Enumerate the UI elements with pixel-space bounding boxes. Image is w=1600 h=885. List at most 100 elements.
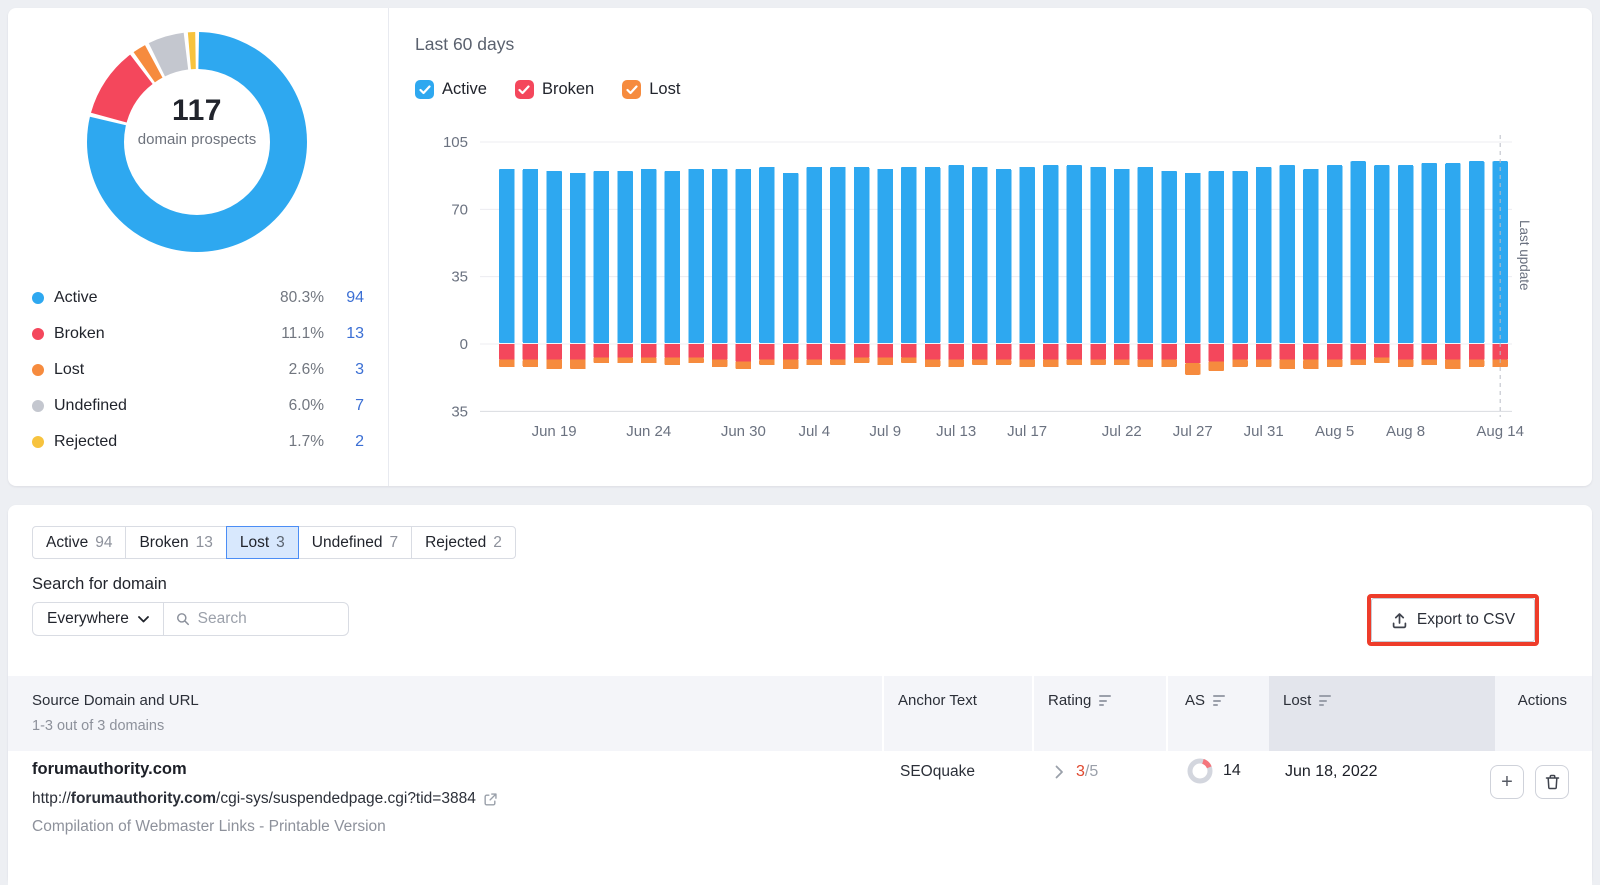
legend-row-lost: Lost 2.6% 3 [32,352,364,388]
column-header-as[interactable]: AS [1185,692,1226,709]
legend-row-undefined: Undefined 6.0% 7 [32,388,364,424]
bar-lost-segment [1232,359,1248,368]
sort-icon[interactable] [1213,695,1226,706]
bar-active-segment [1303,168,1319,343]
source-url: http://forumauthority.com/cgi-sys/suspen… [32,790,498,808]
bar-broken-segment [1303,344,1319,360]
bar-active-segment [1279,165,1296,343]
chevron-down-icon [137,615,149,622]
bar-active-segment [1374,165,1390,343]
column-header-actions: Actions [1517,692,1567,709]
filter-checkbox-lost[interactable]: Lost [622,80,680,99]
tab-active[interactable]: Active 94 [32,526,127,559]
bar-active-segment [711,168,728,343]
bar-broken-segment [1161,344,1177,360]
search-icon [176,613,189,626]
bar-lost-segment [1184,363,1201,375]
search-scope-value: Everywhere [47,610,129,627]
sort-icon[interactable] [1319,695,1332,706]
legend-label: Active [54,289,98,306]
bar-broken-segment [1137,344,1154,360]
chevron-right-icon[interactable] [1055,765,1064,779]
tab-rejected[interactable]: Rejected 2 [411,526,516,559]
bar-lost-segment [901,357,917,364]
column-divider [1166,676,1168,751]
external-link-icon[interactable] [483,792,498,807]
legend-percentage: 6.0% [288,397,324,414]
bar-broken-segment [640,344,657,358]
authority-score-cell: 14 [1186,757,1241,785]
bar-active-segment [1326,165,1343,343]
bar-lost-segment [735,361,752,370]
tab-undefined[interactable]: Undefined 7 [297,526,413,559]
legend-count-link[interactable]: 94 [324,289,364,307]
backlinks-bar-chart: 105 70 35 0 35 Jun 19 Jun 24 Jun 30 Jul 4 Jul 9 Ju… [443,134,1532,440]
legend-count-link[interactable]: 2 [324,433,364,451]
bar-broken-segment [948,344,964,360]
legend-count-link[interactable]: 3 [324,361,364,379]
checkbox-checked-icon[interactable] [622,80,642,99]
row-actions-cell: + [1490,765,1569,799]
trash-icon [1545,774,1559,790]
bar-lost-segment [924,359,941,368]
checkbox-checked-icon[interactable] [514,80,534,99]
bar-lost-segment [546,359,562,370]
bar-lost-segment [1114,359,1130,366]
tab-broken[interactable]: Broken 13 [125,526,227,559]
bar-active-segment [1043,165,1059,343]
column-header-lost[interactable]: Lost [1283,692,1332,709]
bar-lost-segment [640,357,657,364]
tab-label: Undefined [311,533,383,551]
add-button[interactable]: + [1490,765,1524,799]
donut-center-text: 117 domain prospects [127,94,267,150]
x-axis-tick-label: Jul 22 [1102,423,1142,440]
filter-checkbox-broken[interactable]: Broken [514,80,594,99]
bar-broken-segment [1043,344,1059,360]
x-axis-tick-label: Aug 5 [1315,423,1354,440]
bar-broken-segment [735,344,752,362]
bar-lost-segment [1043,359,1059,368]
delete-button[interactable] [1535,765,1569,799]
bar-broken-segment [1255,344,1272,360]
y-axis-tick-label: 35 [451,269,468,286]
bar-broken-segment [688,344,704,358]
column-header-label: Rating [1048,692,1092,709]
x-axis-tick-label: Jun 24 [626,423,671,440]
bar-broken-segment [1114,344,1130,360]
bar-broken-segment [1279,344,1296,360]
bar-active-segment [1468,161,1485,343]
legend-label: Undefined [54,397,127,414]
bar-lost-segment [1445,359,1461,370]
checkbox-checked-icon[interactable] [415,80,434,99]
search-input[interactable] [197,610,336,628]
search-scope-select[interactable]: Everywhere [33,603,164,635]
domain-prospects-panel: 117 domain prospects Active 80.3% 94 Bro… [8,8,389,486]
bar-broken-segment [924,344,941,360]
bar-active-segment [1397,165,1414,343]
legend-count-link[interactable]: 13 [324,325,364,343]
authority-score-value: 14 [1223,762,1241,779]
bar-active-segment [995,168,1012,343]
export-to-csv-button[interactable]: Export to CSV [1371,598,1535,642]
rating-value: 3 [1076,763,1085,780]
bar-active-segment [546,170,562,343]
sort-icon[interactable] [1099,695,1112,706]
bar-active-segment [735,168,752,343]
x-axis-tick-label: Jun 30 [721,423,766,440]
filter-checkbox-active[interactable]: Active [415,80,487,99]
bar-active-segment [877,168,893,343]
bar-lost-segment [1279,359,1296,370]
bar-broken-segment [806,344,823,360]
rating-total: /5 [1084,763,1099,780]
bar-broken-segment [570,344,586,360]
legend-label: Broken [54,325,105,342]
legend-count-link[interactable]: 7 [324,397,364,415]
table-row: forumauthority.com http://forumauthority… [8,751,1592,885]
bar-active-segment [806,167,823,343]
tab-lost[interactable]: Lost 3 [225,526,299,559]
x-axis-tick-label: Jun 19 [532,423,577,440]
bar-broken-segment [901,344,917,358]
bar-broken-segment [1468,344,1485,360]
bar-lost-segment [522,359,539,368]
column-header-rating[interactable]: Rating [1048,692,1112,709]
